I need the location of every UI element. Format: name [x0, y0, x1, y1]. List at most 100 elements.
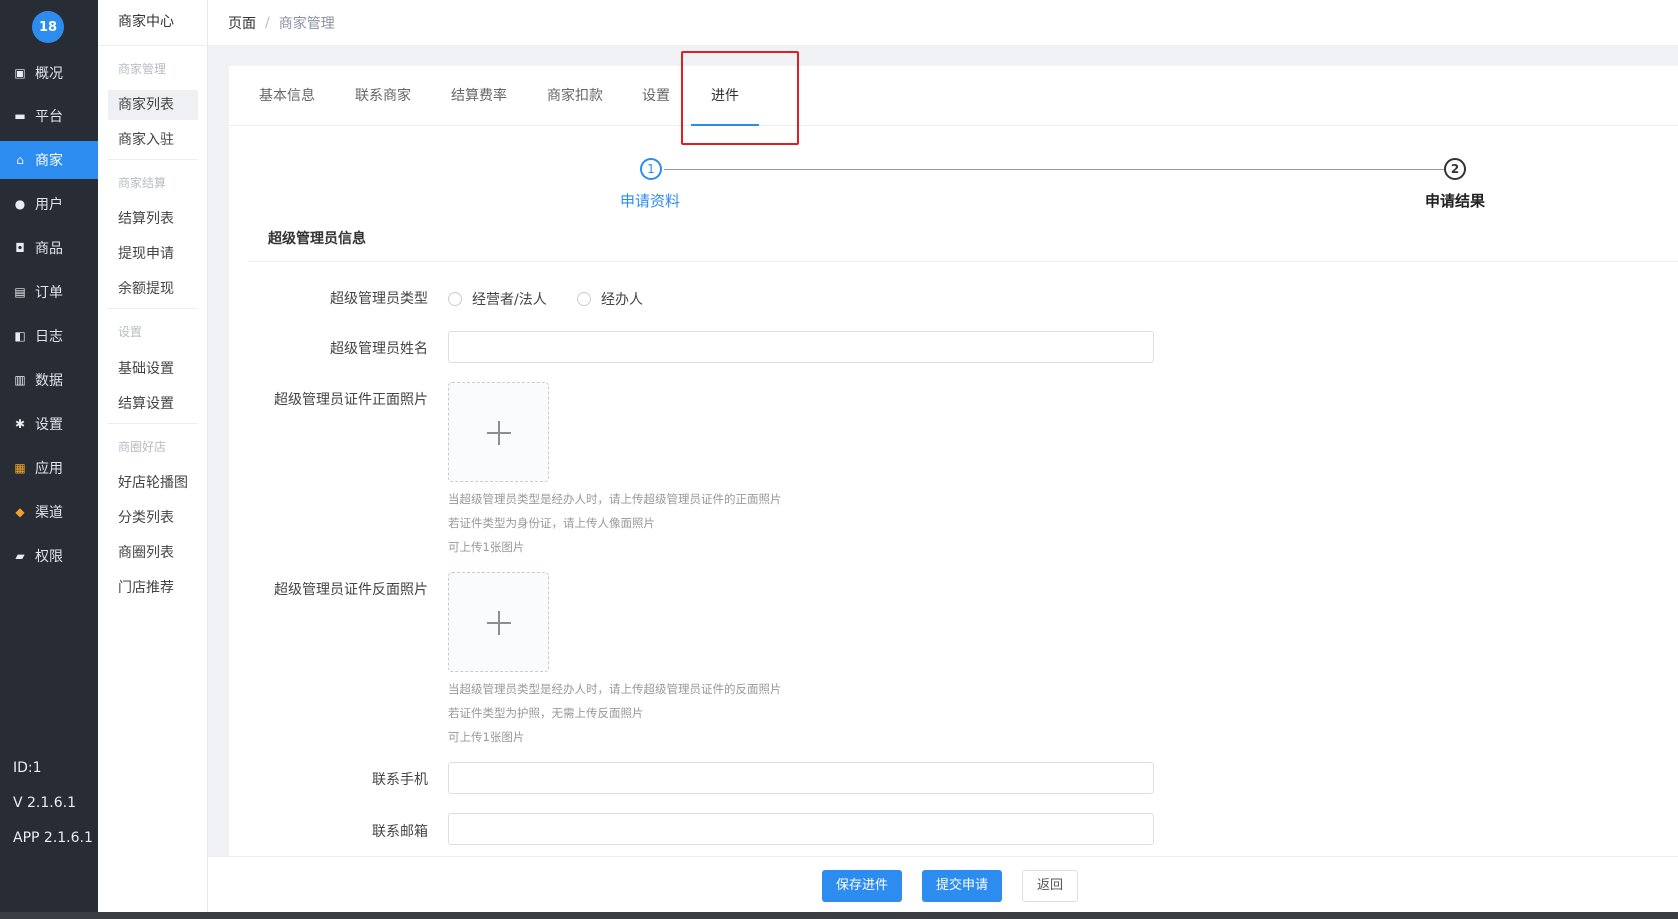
breadcrumb-current: 商家管理: [278, 15, 335, 32]
submenu-link-banner[interactable]: 好店轮播图: [108, 468, 198, 498]
submenu-group-title: 商家管理: [118, 62, 167, 76]
submenu-link-settlement-list[interactable]: 结算列表: [108, 204, 198, 234]
id-back-label: 超级管理员证件反面照片: [274, 582, 428, 598]
phone-label: 联系手机: [372, 772, 428, 788]
id-front-hint: 当超级管理员类型是经办人时，请上传超级管理员证件的正面照片: [448, 492, 782, 506]
nav-item-order[interactable]: ▤ 订单: [0, 273, 98, 311]
save-onboarding-button[interactable]: 保存进件: [822, 870, 902, 902]
email-label: 联系邮箱: [372, 824, 428, 840]
id-back-hint: 若证件类型为护照，无需上传反面照片: [448, 706, 644, 720]
radio-agent[interactable]: 经办人: [577, 289, 643, 309]
version: V 2.1.6.1: [13, 795, 77, 811]
radio-circle[interactable]: [577, 292, 591, 306]
radio-operator-legal[interactable]: 经营者/法人: [448, 289, 547, 309]
tab-bar: 基本信息 联系商家 结算费率 商家扣款 设置 进件: [229, 66, 1678, 126]
tab-settings[interactable]: 设置: [642, 66, 670, 126]
cube-icon: ◆: [15, 505, 25, 519]
nav-item-label: 设置: [35, 417, 63, 433]
nav-item-platform[interactable]: ▬ 平台: [0, 97, 98, 135]
chart-icon: ▥: [14, 373, 26, 387]
nav-item-label: 应用: [35, 461, 63, 477]
section-title: 超级管理员信息: [268, 231, 366, 247]
tab-contact[interactable]: 联系商家: [355, 66, 411, 126]
step-indicator-2: 2: [1444, 158, 1466, 180]
radio-label: 经营者/法人: [472, 292, 547, 308]
action-bar: 保存进件 提交申请 返回: [208, 856, 1678, 912]
main-nav: 18 ▣ 概况 ▬ 平台 ⌂ 商家 ● 用户 ◘ 商品 ▤ 订单 ◧ 日志 ▥ 数据 ✱ 设置 ▦…: [0, 0, 98, 912]
tab-fee-rate[interactable]: 结算费率: [451, 66, 507, 126]
nav-item-label: 权限: [35, 549, 63, 565]
nav-item-permission[interactable]: ▰ 权限: [0, 537, 98, 575]
gear-icon: ✱: [14, 417, 26, 431]
step-label-2: 申请结果: [1425, 192, 1486, 210]
submenu-link-balance-withdraw[interactable]: 余额提现: [108, 274, 198, 304]
email-input[interactable]: [448, 813, 1154, 845]
submenu-link-store-recommend[interactable]: 门店推荐: [108, 573, 198, 603]
user-id: ID:1: [13, 760, 42, 776]
submenu-link-withdraw-apply[interactable]: 提现申请: [108, 239, 198, 269]
id-front-upload[interactable]: [448, 382, 549, 482]
submenu-link-category-list[interactable]: 分类列表: [108, 503, 198, 533]
back-button[interactable]: 返回: [1022, 870, 1078, 902]
radio-label: 经办人: [601, 292, 643, 308]
tab-basic-info[interactable]: 基本信息: [259, 66, 315, 126]
shop-icon: ⌂: [16, 153, 24, 167]
breadcrumb-separator: /: [265, 14, 270, 31]
nav-item-label: 数据: [35, 373, 63, 389]
plus-icon: [487, 611, 511, 635]
content-card: 基本信息 联系商家 结算费率 商家扣款 设置 进件: [229, 66, 1678, 856]
id-front-label: 超级管理员证件正面照片: [274, 392, 428, 408]
lock-icon: ▰: [15, 549, 25, 563]
nav-item-label: 商家: [35, 153, 63, 169]
nav-item-label: 商品: [35, 241, 63, 257]
id-front-hint: 可上传1张图片: [448, 540, 525, 554]
order-icon: ▤: [14, 285, 26, 299]
breadcrumb-root[interactable]: 页面: [228, 13, 256, 33]
nav-item-goods[interactable]: ◘ 商品: [0, 229, 98, 267]
divider: [248, 261, 1678, 262]
submit-application-button[interactable]: 提交申请: [922, 870, 1002, 902]
user-icon: ●: [14, 197, 26, 211]
step-label-1: 申请资料: [620, 192, 681, 210]
nav-item-label: 用户: [35, 197, 63, 213]
divider: [108, 423, 198, 424]
submenu-title: 商家中心: [98, 0, 208, 46]
submenu-link-settlement-settings[interactable]: 结算设置: [108, 389, 198, 419]
phone-input[interactable]: [448, 762, 1154, 794]
logo[interactable]: 18: [32, 11, 64, 43]
id-front-hint: 若证件类型为身份证，请上传人像面照片: [448, 516, 655, 530]
tab-deduction[interactable]: 商家扣款: [547, 66, 603, 126]
nav-item-channel[interactable]: ◆ 渠道: [0, 493, 98, 531]
nav-item-settings[interactable]: ✱ 设置: [0, 405, 98, 443]
goods-icon: ◘: [15, 241, 25, 255]
nav-item-data[interactable]: ▥ 数据: [0, 361, 98, 399]
nav-item-merchant[interactable]: ⌂ 商家: [0, 141, 98, 179]
id-back-hint: 可上传1张图片: [448, 730, 525, 744]
submenu-link-merchant-join[interactable]: 商家入驻: [108, 125, 198, 155]
nav-item-user[interactable]: ● 用户: [0, 185, 98, 223]
radio-circle[interactable]: [448, 292, 462, 306]
admin-name-input[interactable]: [448, 331, 1154, 363]
submenu-link-district-list[interactable]: 商圈列表: [108, 538, 198, 568]
divider: [108, 308, 198, 309]
divider: [108, 159, 198, 160]
dashboard-icon: ▣: [14, 66, 26, 80]
sub-menu: 商家中心 商家管理 商家列表 商家入驻 商家结算 结算列表 提现申请 余额提现 …: [98, 0, 208, 919]
admin-name-label: 超级管理员姓名: [330, 341, 428, 357]
submenu-link-basic-settings[interactable]: 基础设置: [108, 354, 198, 384]
id-back-upload[interactable]: [448, 572, 549, 672]
nav-item-apps[interactable]: ▦ 应用: [0, 449, 98, 487]
steps-line: [664, 169, 1444, 170]
tab-onboarding[interactable]: 进件: [691, 66, 759, 126]
submenu-link-merchant-list[interactable]: 商家列表: [108, 90, 198, 120]
app-version: APP 2.1.6.1: [13, 830, 93, 846]
monitor-icon: ▬: [14, 109, 26, 123]
nav-item-label: 订单: [35, 285, 63, 301]
log-icon: ◧: [14, 329, 26, 343]
nav-item-overview[interactable]: ▣ 概况: [0, 54, 98, 92]
plus-icon: [487, 421, 511, 445]
nav-item-log[interactable]: ◧ 日志: [0, 317, 98, 355]
nav-item-label: 日志: [35, 329, 63, 345]
submenu-group-title: 商家结算: [118, 176, 167, 190]
apps-icon: ▦: [14, 461, 26, 475]
